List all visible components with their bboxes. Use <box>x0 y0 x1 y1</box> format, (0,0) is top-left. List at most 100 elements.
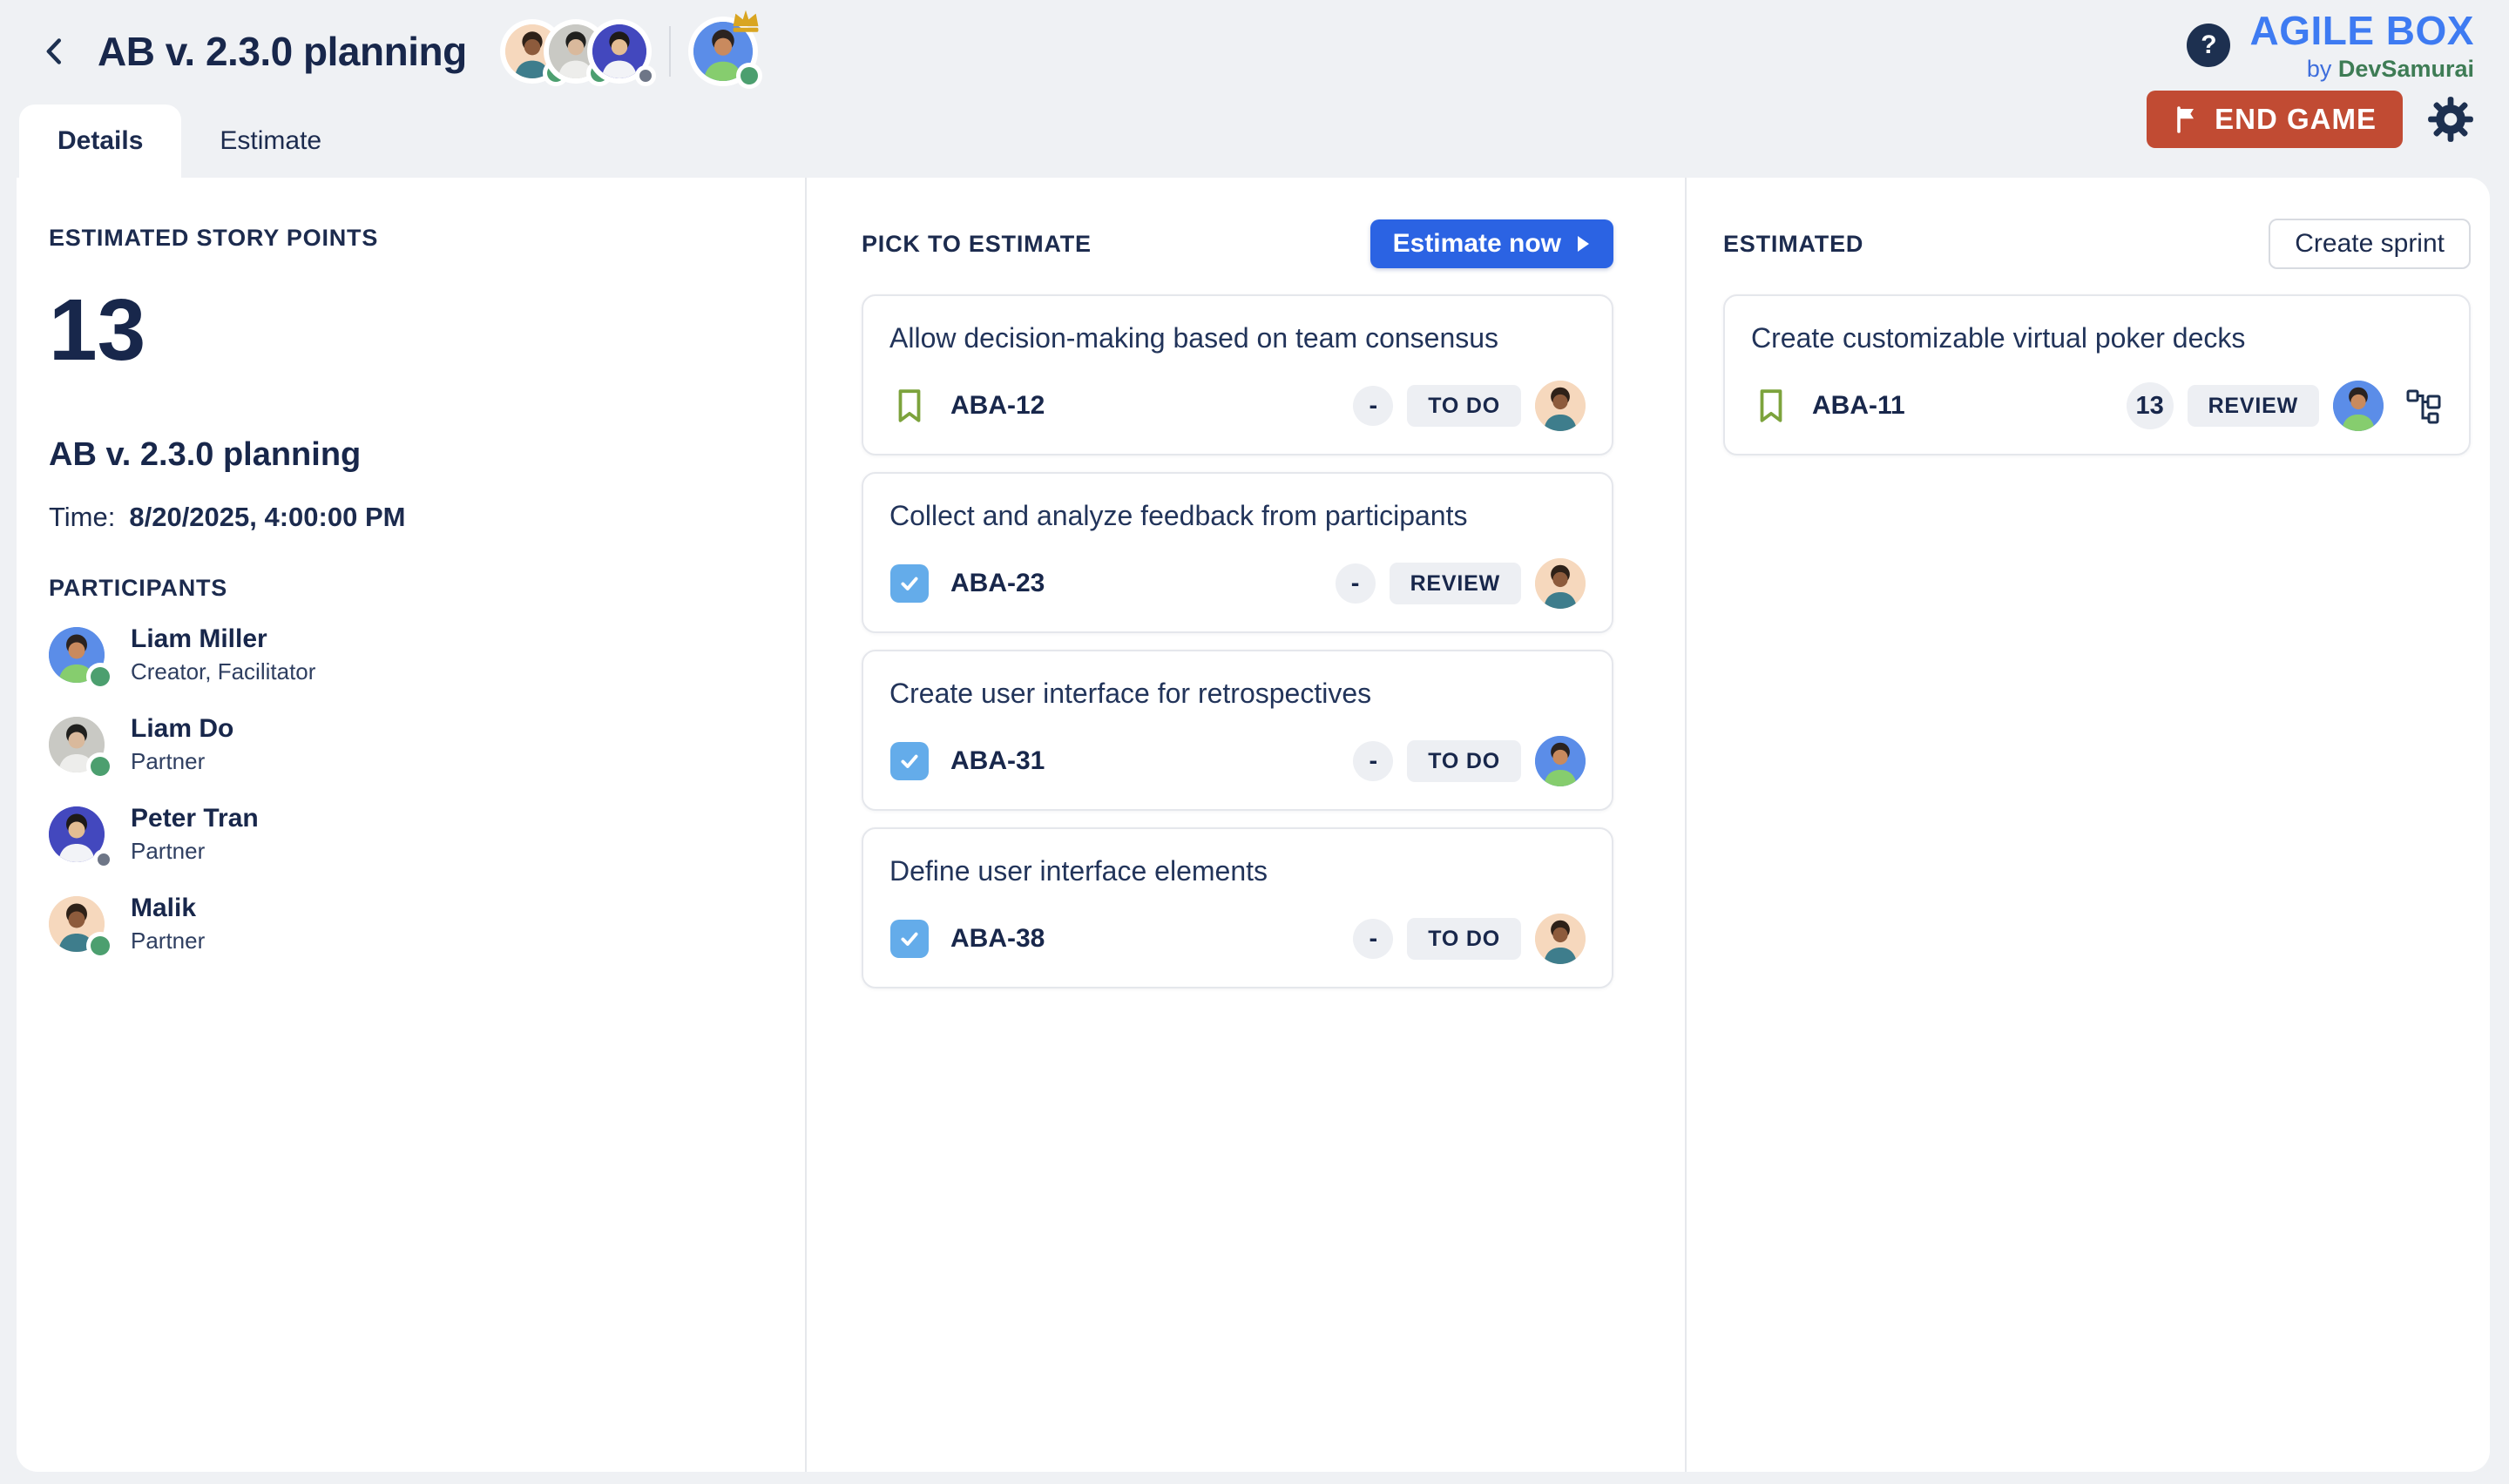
participant-role: Partner <box>131 928 205 954</box>
issue-title: Define user interface elements <box>889 855 1586 887</box>
participant-row: Peter Tran Partner <box>49 804 770 865</box>
points-badge: 13 <box>2127 382 2174 429</box>
status-chip: TO DO <box>1407 918 1521 960</box>
back-button[interactable] <box>33 29 78 74</box>
status-dot <box>98 853 110 866</box>
points-badge: - <box>1353 919 1393 959</box>
content-panel: ESTIMATED STORY POINTS 13 AB v. 2.3.0 pl… <box>17 178 2490 1472</box>
session-time: Time: 8/20/2025, 4:00:00 PM <box>49 502 770 533</box>
pick-card-list: Allow decision-making based on team cons… <box>862 294 1613 988</box>
time-label: Time: <box>49 502 115 533</box>
end-game-button[interactable]: END GAME <box>2147 91 2403 148</box>
gear-icon <box>2427 96 2474 143</box>
story-bookmark-icon <box>1751 386 1791 426</box>
hierarchy-icon[interactable] <box>2404 387 2443 425</box>
chevron-left-icon <box>38 34 73 69</box>
facilitator-avatar[interactable] <box>693 22 753 81</box>
participant-row: Liam Miller Creator, Facilitator <box>49 624 770 685</box>
status-chip: REVIEW <box>1390 563 1521 604</box>
issue-title: Create user interface for retrospectives <box>889 678 1586 710</box>
issue-key: ABA-31 <box>950 746 1045 776</box>
status-dot <box>741 67 758 84</box>
story-points-value: 13 <box>49 287 770 374</box>
tab-estimate[interactable]: Estimate <box>181 105 360 178</box>
participant-role: Creator, Facilitator <box>131 658 315 685</box>
participant-name: Liam Do <box>131 714 233 744</box>
end-game-label: END GAME <box>2215 103 2377 136</box>
header-avatar-strip <box>505 22 753 81</box>
logo-brand-name: DevSamurai <box>2338 56 2474 82</box>
participant-avatar <box>49 896 105 952</box>
time-value: 8/20/2025, 4:00:00 PM <box>129 502 405 533</box>
issue-key: ABA-23 <box>950 569 1045 598</box>
session-title: AB v. 2.3.0 planning <box>49 436 770 474</box>
issue-key: ABA-12 <box>950 391 1045 421</box>
participant-name: Malik <box>131 894 205 923</box>
status-dot <box>639 70 652 82</box>
story-points-label: ESTIMATED STORY POINTS <box>49 225 770 252</box>
assignee-avatar[interactable] <box>1535 381 1586 431</box>
header-left: AB v. 2.3.0 planning <box>33 0 753 103</box>
issue-key: ABA-11 <box>1812 391 1905 421</box>
help-button[interactable]: ? <box>2187 24 2230 67</box>
pick-to-estimate-column: PICK TO ESTIMATE Estimate now Allow deci… <box>805 178 1687 1472</box>
participant-role: Partner <box>131 838 259 865</box>
participant-name: Liam Miller <box>131 624 315 654</box>
avatar <box>49 806 105 862</box>
logo-title: AGILE BOX <box>2249 7 2474 54</box>
participants-label: PARTICIPANTS <box>49 575 770 602</box>
status-dot <box>91 936 110 955</box>
points-badge: - <box>1336 563 1376 604</box>
tab-details[interactable]: Details <box>19 105 181 178</box>
issue-card[interactable]: Define user interface elements ABA-38 - … <box>862 827 1613 988</box>
participants-list: Liam Miller Creator, Facilitator Liam Do… <box>49 624 770 954</box>
participant-avatar <box>49 627 105 683</box>
assignee-avatar[interactable] <box>1535 558 1586 609</box>
issue-title: Collect and analyze feedback from partic… <box>889 500 1586 532</box>
flag-icon <box>2173 105 2201 134</box>
logo-by: by <box>2307 56 2332 82</box>
settings-button[interactable] <box>2427 96 2474 143</box>
issue-card[interactable]: Create user interface for retrospectives… <box>862 650 1613 811</box>
status-dot <box>91 667 110 686</box>
issue-card[interactable]: Collect and analyze feedback from partic… <box>862 472 1613 633</box>
participant-role: Partner <box>131 748 233 775</box>
participant-avatar <box>49 806 105 862</box>
issue-title: Create customizable virtual poker decks <box>1751 322 2443 354</box>
issue-key: ABA-38 <box>950 924 1045 954</box>
assignee-avatar[interactable] <box>2333 381 2384 431</box>
estimate-now-label: Estimate now <box>1393 229 1561 259</box>
header-actions: END GAME <box>2147 91 2474 148</box>
estimated-column: ESTIMATED Create sprint Create customiza… <box>1687 178 2488 1472</box>
task-check-icon <box>889 563 930 604</box>
assignee-avatar[interactable] <box>1535 914 1586 964</box>
status-chip: REVIEW <box>2188 385 2319 427</box>
create-sprint-button[interactable]: Create sprint <box>2269 219 2471 269</box>
avatar <box>592 24 646 78</box>
participant-name: Peter Tran <box>131 804 259 833</box>
play-icon <box>1575 234 1591 253</box>
status-dot <box>91 757 110 776</box>
logo-subtitle: by DevSamurai <box>2307 56 2474 83</box>
issue-card[interactable]: Create customizable virtual poker decks … <box>1723 294 2471 455</box>
header-avatar[interactable] <box>592 24 646 78</box>
task-check-icon <box>889 741 930 781</box>
participant-avatar <box>49 717 105 772</box>
estimated-title: ESTIMATED <box>1723 231 1863 258</box>
issue-title: Allow decision-making based on team cons… <box>889 322 1586 354</box>
participant-row: Liam Do Partner <box>49 714 770 775</box>
brand-block: ? AGILE BOX by DevSamurai <box>2187 7 2474 83</box>
tab-bar: Details Estimate <box>19 105 360 178</box>
issue-card[interactable]: Allow decision-making based on team cons… <box>862 294 1613 455</box>
story-bookmark-icon <box>889 386 930 426</box>
top-bar: AB v. 2.3.0 planning <box>0 0 2509 178</box>
assignee-avatar[interactable] <box>1535 736 1586 786</box>
status-chip: TO DO <box>1407 740 1521 782</box>
page-title: AB v. 2.3.0 planning <box>98 28 467 75</box>
points-badge: - <box>1353 386 1393 426</box>
points-badge: - <box>1353 741 1393 781</box>
estimate-now-button[interactable]: Estimate now <box>1370 219 1613 268</box>
status-chip: TO DO <box>1407 385 1521 427</box>
avatar-divider <box>669 26 671 77</box>
task-check-icon <box>889 919 930 959</box>
